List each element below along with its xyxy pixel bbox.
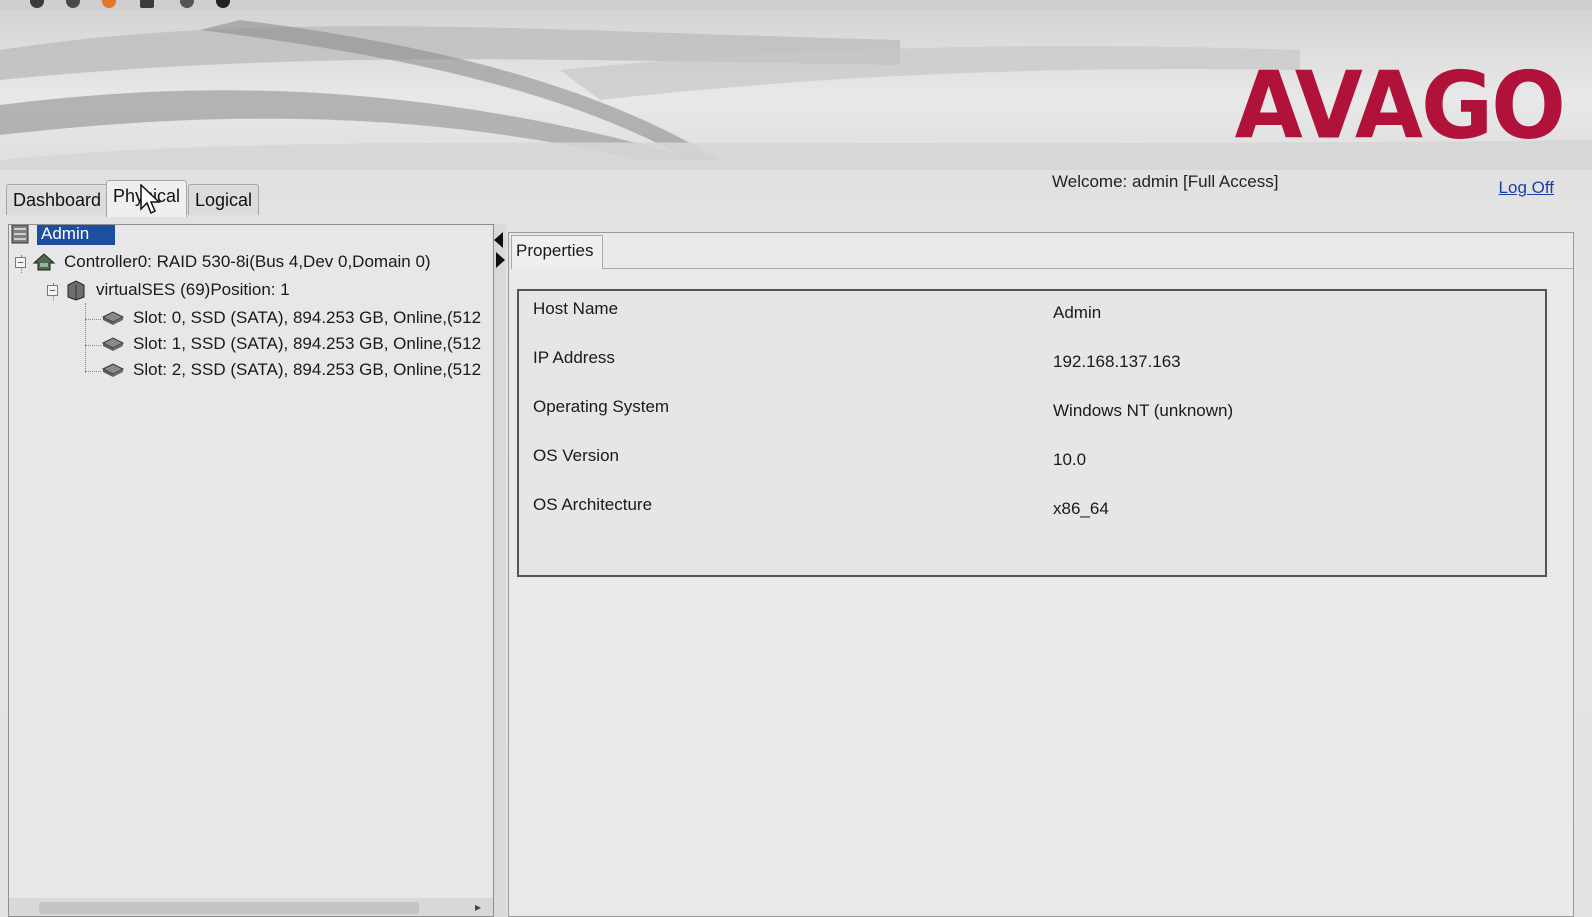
property-key: IP Address: [533, 348, 615, 367]
top-toolbar-strip: [0, 0, 1592, 10]
controller-icon: [32, 253, 56, 271]
property-key: Operating System: [533, 397, 670, 416]
property-value: x86_64: [1053, 499, 1109, 518]
property-value: 10.0: [1053, 450, 1087, 469]
enclosure-icon: [67, 280, 85, 301]
tree-node-controller[interactable]: − Controller0: RAID 530-8i(Bus 4,Dev 0,D…: [15, 249, 435, 275]
property-value: 192.168.137.163: [1053, 352, 1181, 371]
horizontal-scrollbar[interactable]: ▸: [9, 898, 493, 916]
property-key: OS Version: [533, 446, 619, 465]
toolbar-icon[interactable]: [66, 0, 80, 8]
scroll-right-icon[interactable]: ▸: [475, 900, 481, 914]
toolbar-icon[interactable]: [180, 0, 194, 8]
property-row: OS Architecture x86_64: [519, 495, 1545, 525]
server-icon: [11, 225, 29, 244]
welcome-text: Welcome: admin [Full Access]: [1052, 172, 1279, 191]
tab-dashboard[interactable]: Dashboard: [6, 184, 109, 215]
header-banner: AVAGO: [0, 10, 1592, 170]
tab-logical[interactable]: Logical: [188, 184, 260, 215]
expand-right-icon[interactable]: [496, 252, 505, 268]
property-row: Operating System Windows NT (unknown): [519, 397, 1545, 427]
device-tree-panel[interactable]: Admin − Controller0: RAID 530-8i(Bus 4,D…: [8, 224, 494, 917]
tree-node-drive[interactable]: Slot: 1, SSD (SATA), 894.253 GB, Online,…: [101, 331, 485, 357]
tab-properties[interactable]: Properties: [511, 235, 603, 269]
mouse-pointer-icon: [140, 184, 161, 215]
toolbar-icon[interactable]: [140, 0, 154, 8]
collapse-left-icon[interactable]: [494, 232, 503, 248]
scrollbar-thumb[interactable]: [39, 902, 419, 914]
log-off-link[interactable]: Log Off: [1499, 178, 1554, 198]
properties-table: Host Name Admin IP Address 192.168.137.1…: [517, 289, 1547, 577]
tree-node-root[interactable]: Admin: [9, 225, 115, 247]
drive-icon: [101, 337, 125, 351]
toolbar-icon[interactable]: [216, 0, 230, 8]
collapse-icon[interactable]: −: [47, 284, 58, 296]
tree-node-drive[interactable]: Slot: 0, SSD (SATA), 894.253 GB, Online,…: [101, 305, 485, 331]
toolbar-icon[interactable]: [102, 0, 116, 8]
collapse-icon[interactable]: −: [15, 256, 26, 268]
tree-node-label: Controller0: RAID 530-8i(Bus 4,Dev 0,Dom…: [64, 252, 431, 271]
avago-logo: AVAGO: [1234, 51, 1566, 160]
main-tab-bar: Dashboard Physical Logical Welcome: admi…: [0, 170, 1592, 220]
drive-icon: [101, 311, 125, 325]
app-window: AVAGO Dashboard Physical Logical Welcome…: [0, 0, 1592, 917]
property-key: Host Name: [533, 299, 619, 318]
tree-node-label: virtualSES (69)Position: 1: [96, 280, 290, 299]
property-row: OS Version 10.0: [519, 446, 1545, 476]
tree-viewport: Admin − Controller0: RAID 530-8i(Bus 4,D…: [9, 225, 489, 405]
tree-node-label: Admin: [37, 225, 115, 245]
panel-splitter[interactable]: [494, 224, 506, 917]
drive-icon: [101, 363, 125, 377]
tree-node-label: Slot: 0, SSD (SATA), 894.253 GB, Online,…: [133, 308, 482, 327]
tab-divider: [603, 268, 1573, 269]
property-value: Windows NT (unknown): [1053, 401, 1234, 420]
property-value: Admin: [1053, 303, 1102, 322]
property-key: OS Architecture: [533, 495, 653, 514]
properties-panel: Properties Host Name Admin IP Address 19…: [508, 232, 1574, 917]
tree-node-label: Slot: 1, SSD (SATA), 894.253 GB, Online,…: [133, 334, 482, 353]
tree-node-label: Slot: 2, SSD (SATA), 894.253 GB, Online,…: [133, 360, 482, 379]
property-row: IP Address 192.168.137.163: [519, 348, 1545, 378]
property-row: Host Name Admin: [519, 299, 1545, 329]
tree-node-enclosure[interactable]: − virtualSES (69)Position: 1: [47, 277, 294, 303]
toolbar-icon[interactable]: [30, 0, 44, 8]
tree-node-drive[interactable]: Slot: 2, SSD (SATA), 894.253 GB, Online,…: [101, 357, 485, 383]
